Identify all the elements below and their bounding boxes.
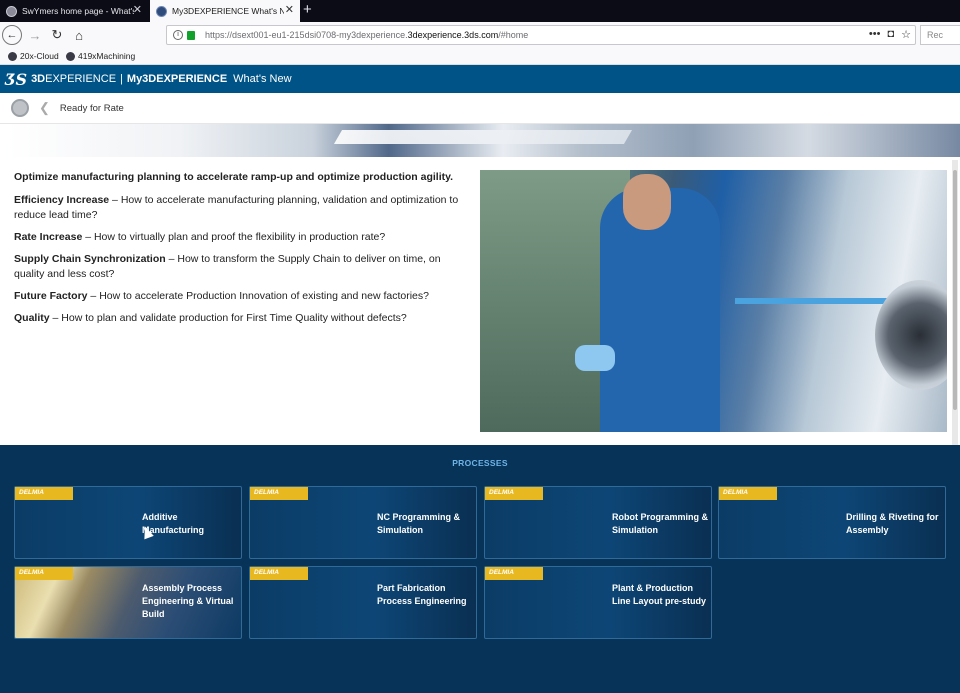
glove-shape [575, 345, 615, 371]
topic-text: – How to accelerate Production Innovatio… [87, 290, 429, 302]
swymers-favicon-icon [6, 5, 17, 17]
info-icon[interactable]: i [173, 30, 183, 40]
process-card-additive[interactable]: DELMIA Additive Manufacturing [14, 486, 242, 559]
close-tab-icon[interactable]: ✕ [133, 4, 142, 16]
process-card-part-fabrication[interactable]: DELMIA Part Fabrication Process Engineer… [249, 566, 477, 639]
header-banner-image [8, 124, 960, 157]
url-suffix: /#home [498, 30, 529, 40]
bookmark-item[interactable]: 419xMachining [66, 51, 135, 61]
app-name: My3DEXPERIENCE [126, 73, 228, 85]
browser-tab-strip: SwYmers home page - What's New ✕ My3DEXP… [0, 0, 960, 22]
topic-term: Future Factory [14, 290, 88, 302]
bookmark-label: 20x-Cloud [20, 51, 59, 61]
jet-engine-shape [875, 280, 947, 390]
new-tab-icon[interactable]: + [303, 2, 312, 18]
topic-term: Supply Chain Synchronization [14, 253, 166, 265]
delmia-badge: DELMIA [719, 487, 777, 500]
bookmark-star-icon[interactable]: ☆ [901, 28, 911, 41]
close-tab-icon[interactable]: ✕ [285, 4, 294, 16]
delmia-badge: DELMIA [485, 567, 543, 580]
bookmarks-bar: 20x-Cloud 419xMachining [0, 48, 960, 65]
forward-arrow-icon[interactable]: → [25, 25, 45, 45]
brand-separator: | [120, 73, 123, 85]
process-name: NC Programming & Simulation [377, 512, 461, 535]
process-card-robot-programming[interactable]: DELMIA Robot Programming & Simulation [484, 486, 712, 559]
3dx-favicon-icon [156, 5, 167, 17]
bookmark-label: 419xMachining [78, 51, 136, 61]
tab-swymers[interactable]: SwYmers home page - What's New ✕ [0, 0, 148, 22]
topic-text: – How to plan and validate production fo… [49, 312, 407, 324]
delmia-badge: DELMIA [485, 487, 543, 500]
tab-title: My3DEXPERIENCE What's New [172, 6, 284, 16]
browser-nav-bar: ← → ↻ ⌂ i https://dsext001-eu1-215dsi070… [0, 22, 960, 48]
process-card-plant-layout[interactable]: DELMIA Plant & Production Line Layout pr… [484, 566, 712, 639]
delmia-badge: DELMIA [250, 567, 308, 580]
process-name: Assembly Process Engineering & Virtual B… [142, 583, 234, 619]
app-top-bar: ƷS 3DEXPERIENCE | My3DEXPERIENCE What's … [0, 65, 960, 93]
topic-efficiency: Efficiency Increase – How to accelerate … [14, 193, 472, 223]
ds-logo-icon[interactable]: ƷS [5, 70, 27, 89]
topic-rate: Rate Increase – How to virtually plan an… [14, 230, 472, 245]
process-name: Robot Programming & Simulation [612, 512, 708, 535]
lead-paragraph: Optimize manufacturing planning to accel… [14, 171, 454, 183]
process-name: Plant & Production Line Layout pre-study [612, 583, 707, 606]
process-name: Drilling & Riveting for Assembly [846, 512, 939, 535]
topic-future-factory: Future Factory – How to accelerate Produ… [14, 289, 472, 304]
search-placeholder: Rec [927, 30, 944, 40]
processes-title: PROCESSES [452, 458, 508, 468]
intro-text: Optimize manufacturing planning to accel… [14, 170, 472, 333]
topic-quality: Quality – How to plan and validate produ… [14, 311, 472, 326]
brand-bold: 3D [31, 73, 46, 85]
chevron-left-icon[interactable]: ❮ [39, 100, 50, 116]
process-card-nc-programming[interactable]: DELMIA NC Programming & Simulation [249, 486, 477, 559]
compass-icon[interactable] [11, 99, 29, 117]
process-card-drilling-riveting[interactable]: DELMIA Drilling & Riveting for Assembly [718, 486, 946, 559]
address-bar-tools: ••• ◘ ☆ [869, 28, 911, 41]
tab-my3dexperience[interactable]: My3DEXPERIENCE What's New ✕ [150, 0, 300, 22]
back-arrow-icon[interactable]: ← [2, 25, 22, 45]
tab-title: SwYmers home page - What's New [22, 6, 134, 16]
topic-text: – How to virtually plan and proof the fl… [82, 231, 386, 243]
aircraft-wing-shape [333, 130, 633, 144]
topic-term: Quality [14, 312, 50, 324]
factory-worker-photo [480, 170, 947, 432]
delmia-badge: DELMIA [15, 487, 73, 500]
topic-term: Rate Increase [14, 231, 83, 243]
vertical-scrollbar[interactable] [952, 160, 958, 460]
search-box[interactable]: Rec [920, 25, 960, 45]
reload-icon[interactable]: ↻ [47, 25, 67, 45]
platform-brand: 3DEXPERIENCE [31, 73, 116, 85]
process-name: Part Fabrication Process Engineering [377, 583, 467, 606]
topic-term: Efficiency Increase [14, 194, 110, 206]
home-icon[interactable]: ⌂ [69, 25, 89, 45]
worker-head-shape [623, 174, 671, 230]
topic-supply-chain: Supply Chain Synchronization – How to tr… [14, 252, 472, 282]
section-name: What's New [233, 73, 292, 85]
globe-icon [8, 51, 17, 61]
url-host: 3dexperience.3ds.com [407, 30, 499, 40]
process-card-assembly[interactable]: DELMIA Assembly Process Engineering & Vi… [14, 566, 242, 639]
process-name: Additive Manufacturing [142, 512, 204, 535]
scrollbar-thumb[interactable] [953, 170, 957, 410]
page-actions-icon[interactable]: ••• [869, 28, 881, 41]
globe-icon [66, 51, 75, 61]
bookmark-item[interactable]: 20x-Cloud [8, 51, 59, 61]
sub-header: ❮ Ready for Rate [0, 93, 960, 124]
brand-rest: EXPERIENCE [45, 73, 117, 85]
breadcrumb: Ready for Rate [59, 102, 124, 114]
lock-icon [187, 30, 195, 40]
url-prefix: https://dsext001-eu1-215dsi0708-my3dexpe… [205, 30, 408, 40]
address-bar[interactable]: i https://dsext001-eu1-215dsi0708-my3dex… [166, 25, 916, 45]
pocket-icon[interactable]: ◘ [887, 28, 894, 41]
delmia-badge: DELMIA [250, 487, 308, 500]
delmia-badge: DELMIA [15, 567, 73, 580]
